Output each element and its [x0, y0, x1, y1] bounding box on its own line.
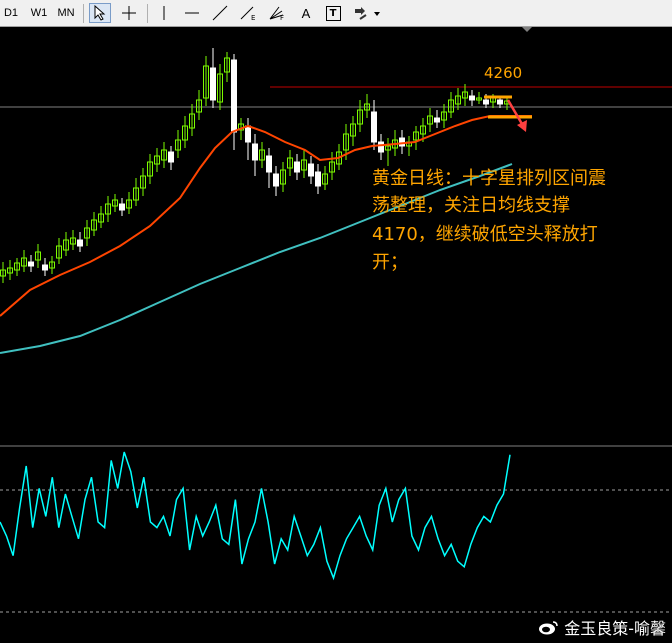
candle-body	[497, 99, 503, 105]
vertical-line-icon[interactable]	[153, 3, 175, 23]
candle-body	[294, 161, 300, 173]
price-chart[interactable]	[0, 27, 672, 643]
watermark: 金玉良策-喻馨	[538, 615, 666, 639]
annotation-line-3: 4170，继续破低空头释放打	[372, 224, 598, 245]
price-level-label: 4260	[484, 64, 523, 82]
horizontal-line-icon[interactable]	[181, 3, 203, 23]
candle-body	[119, 203, 125, 211]
candle-body	[308, 163, 314, 177]
candle-body	[266, 155, 272, 173]
gann-fan-icon[interactable]: F	[267, 3, 289, 23]
chart-top-marker	[522, 27, 532, 32]
watermark-text: 金玉良策-喻馨	[564, 619, 666, 638]
down-arrow-shaft	[506, 99, 524, 125]
annotation-line-2: 荡整理，关注日均线支撑	[372, 195, 570, 216]
candle-body	[77, 239, 83, 247]
cursor-icon[interactable]	[89, 3, 111, 23]
candle-body	[469, 95, 475, 101]
candle-body	[168, 151, 174, 163]
candle-body	[371, 111, 377, 143]
text-label-glyph: T	[325, 5, 341, 21]
candle-body	[210, 67, 216, 101]
text-label-icon[interactable]: T	[322, 3, 344, 23]
candle-body	[273, 173, 279, 187]
text-icon[interactable]: A	[296, 3, 316, 23]
candle-body	[315, 171, 321, 187]
svg-text:F: F	[280, 14, 284, 21]
candle-body	[231, 59, 237, 133]
timeframe-w1-button[interactable]: W1	[27, 3, 51, 23]
candle-body	[483, 99, 489, 105]
candle-body	[28, 261, 34, 267]
candle-body	[434, 117, 440, 123]
arrows-icon[interactable]	[350, 3, 384, 23]
trendline-icon[interactable]	[209, 3, 231, 23]
weibo-logo-icon	[539, 621, 558, 635]
svg-text:E: E	[251, 14, 255, 21]
candle-body	[252, 143, 258, 161]
crosshair-icon[interactable]	[118, 3, 140, 23]
chart-toolbar: D1 W1 MN E F A T	[0, 0, 672, 27]
timeframe-d1-button[interactable]: D1	[0, 3, 22, 23]
indicator-line	[0, 451, 511, 581]
candle-body	[378, 141, 384, 153]
candle-body	[399, 137, 405, 147]
annotation-line-1: 黄金日线：十字星排列区间震	[372, 168, 606, 189]
annotation-line-4: 开；	[372, 252, 408, 273]
candle-body	[42, 264, 48, 271]
fibonacci-icon[interactable]: E	[238, 3, 260, 23]
timeframe-mn-button[interactable]: MN	[54, 3, 78, 23]
candle-body	[245, 125, 251, 143]
